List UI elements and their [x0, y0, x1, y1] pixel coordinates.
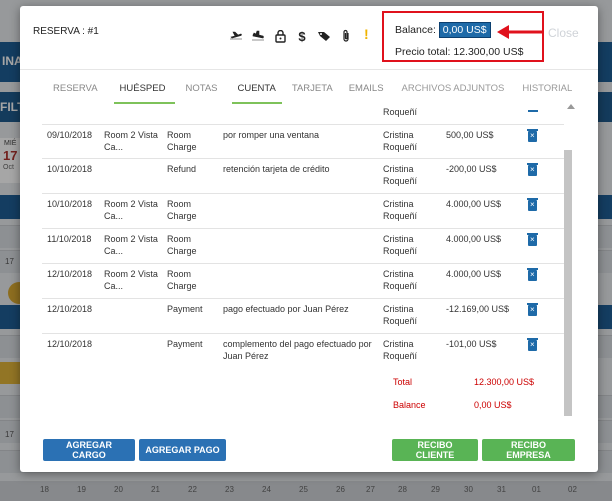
client-receipt-button[interactable]: RECIBO CLIENTE	[392, 439, 478, 461]
balance-label: Balance:	[395, 24, 436, 36]
tab-archivos-adjuntos[interactable]: ARCHIVOS ADJUNTOS	[394, 82, 515, 104]
tab-emails[interactable]: EMAILS	[343, 82, 394, 104]
tab-cuenta[interactable]: CUENTA	[228, 82, 286, 104]
table-row: 12/10/2018 Payment pago efectuado por Ju…	[42, 298, 564, 333]
total-label: Precio total:	[395, 46, 451, 58]
delete-icon[interactable]	[527, 338, 542, 351]
reservation-modal: RESERVA : #1 $ ! Balance: 0,00 US$ Preci…	[20, 6, 598, 472]
row-user: Cristina Roqueñí	[383, 164, 418, 186]
summary-balance-value: 0,00 US$	[474, 400, 512, 410]
delete-icon[interactable]	[527, 198, 542, 211]
row-date: 12/10/2018	[47, 339, 93, 349]
close-button[interactable]: Close	[548, 26, 579, 40]
summary-total-value: 12.300,00 US$	[474, 377, 535, 387]
delete-icon-partial[interactable]	[528, 110, 538, 112]
row-date: 11/10/2018	[47, 234, 92, 244]
row-description: por romper una ventana	[223, 130, 320, 140]
delete-icon[interactable]	[527, 163, 542, 176]
reservation-title: RESERVA : #1	[33, 26, 99, 37]
warning-icon: !	[364, 26, 369, 42]
lock-icon[interactable]	[272, 28, 288, 44]
tab-historial[interactable]: HISTORIAL	[514, 82, 578, 104]
table-partial-user: Roqueñí	[383, 107, 418, 117]
tab-tarjeta[interactable]: TARJETA	[286, 82, 343, 104]
balance-value: 0,00 US$	[438, 22, 491, 38]
header-divider	[20, 69, 598, 70]
tab-huesped[interactable]: HUÉSPED	[110, 82, 180, 104]
add-charge-button[interactable]: AGREGAR CARGO	[43, 439, 135, 461]
row-description: complemento del pago efectuado por Juan …	[223, 339, 372, 361]
row-description: pago efectuado por Juan Pérez	[223, 304, 349, 314]
row-user: Cristina Roqueñí	[383, 130, 418, 152]
row-amount: 4.000,00 US$	[446, 199, 502, 209]
table-row: 09/10/2018 Room 2 Vista Ca... Room Charg…	[42, 124, 564, 158]
account-table: Roqueñí 09/10/2018 Room 2 Vista Ca... Ro…	[42, 106, 575, 424]
row-date: 12/10/2018	[47, 269, 93, 279]
row-room: Room 2 Vista Ca...	[104, 130, 158, 152]
tag-icon[interactable]	[316, 28, 332, 44]
row-type: Room Charge	[167, 130, 197, 152]
row-type: Refund	[167, 164, 197, 174]
row-date: 10/10/2018	[47, 164, 93, 174]
summary-balance-label: Balance	[393, 400, 426, 410]
table-scrollbar[interactable]	[564, 150, 572, 416]
row-type: Room Charge	[167, 234, 197, 256]
plane-arrival-icon[interactable]	[250, 28, 266, 44]
paperclip-icon[interactable]	[338, 28, 354, 44]
row-user: Cristina Roqueñí	[383, 199, 418, 221]
row-date: 12/10/2018	[47, 304, 93, 314]
row-type: Room Charge	[167, 269, 197, 291]
row-user: Cristina Roqueñí	[383, 304, 418, 326]
row-type: Room Charge	[167, 199, 197, 221]
modal-tabs: RESERVA HUÉSPED NOTAS CUENTA TARJETA EMA…	[40, 82, 578, 104]
table-row: 10/10/2018 Room 2 Vista Ca... Room Charg…	[42, 193, 564, 228]
tab-reserva[interactable]: RESERVA	[40, 82, 110, 104]
row-amount: -200,00 US$	[446, 164, 497, 174]
delete-icon[interactable]	[527, 129, 542, 142]
row-room: Room 2 Vista Ca...	[104, 199, 158, 221]
row-user: Cristina Roqueñí	[383, 339, 418, 361]
scroll-up-icon[interactable]	[567, 104, 575, 109]
table-row: 10/10/2018 Refund retención tarjeta de c…	[42, 158, 564, 193]
row-date: 10/10/2018	[47, 199, 93, 209]
dollar-icon[interactable]: $	[294, 28, 310, 44]
row-date: 09/10/2018	[47, 130, 93, 140]
row-user: Cristina Roqueñí	[383, 234, 418, 256]
table-row: 12/10/2018 Room 2 Vista Ca... Room Charg…	[42, 263, 564, 298]
row-type: Payment	[167, 339, 203, 349]
total-value: 12.300,00 US$	[453, 46, 524, 58]
row-description: retención tarjeta de crédito	[223, 164, 330, 174]
arrow-annotation-icon	[497, 25, 543, 39]
row-amount: -101,00 US$	[446, 339, 497, 349]
table-row: 12/10/2018 Payment complemento del pago …	[42, 333, 564, 368]
plane-departure-icon[interactable]	[228, 28, 244, 44]
reservation-actions: $	[228, 28, 354, 44]
row-room: Room 2 Vista Ca...	[104, 269, 158, 291]
balance-line: Balance: 0,00 US$	[395, 22, 491, 38]
add-payment-button[interactable]: AGREGAR PAGO	[139, 439, 226, 461]
tab-notas[interactable]: NOTAS	[179, 82, 227, 104]
row-room: Room 2 Vista Ca...	[104, 234, 158, 256]
summary-total-label: Total	[393, 377, 413, 387]
delete-icon[interactable]	[527, 303, 542, 316]
delete-icon[interactable]	[527, 233, 542, 246]
row-user: Cristina Roqueñí	[383, 269, 418, 291]
row-amount: -12.169,00 US$	[446, 304, 510, 314]
total-line: Precio total: 12.300,00 US$	[395, 46, 523, 58]
table-row: 11/10/2018 Room 2 Vista Ca... Room Charg…	[42, 228, 564, 263]
row-amount: 500,00 US$	[446, 130, 494, 140]
row-amount: 4.000,00 US$	[446, 234, 502, 244]
delete-icon[interactable]	[527, 268, 542, 281]
company-receipt-button[interactable]: RECIBO EMPRESA	[482, 439, 575, 461]
row-amount: 4.000,00 US$	[446, 269, 502, 279]
row-type: Payment	[167, 304, 203, 314]
